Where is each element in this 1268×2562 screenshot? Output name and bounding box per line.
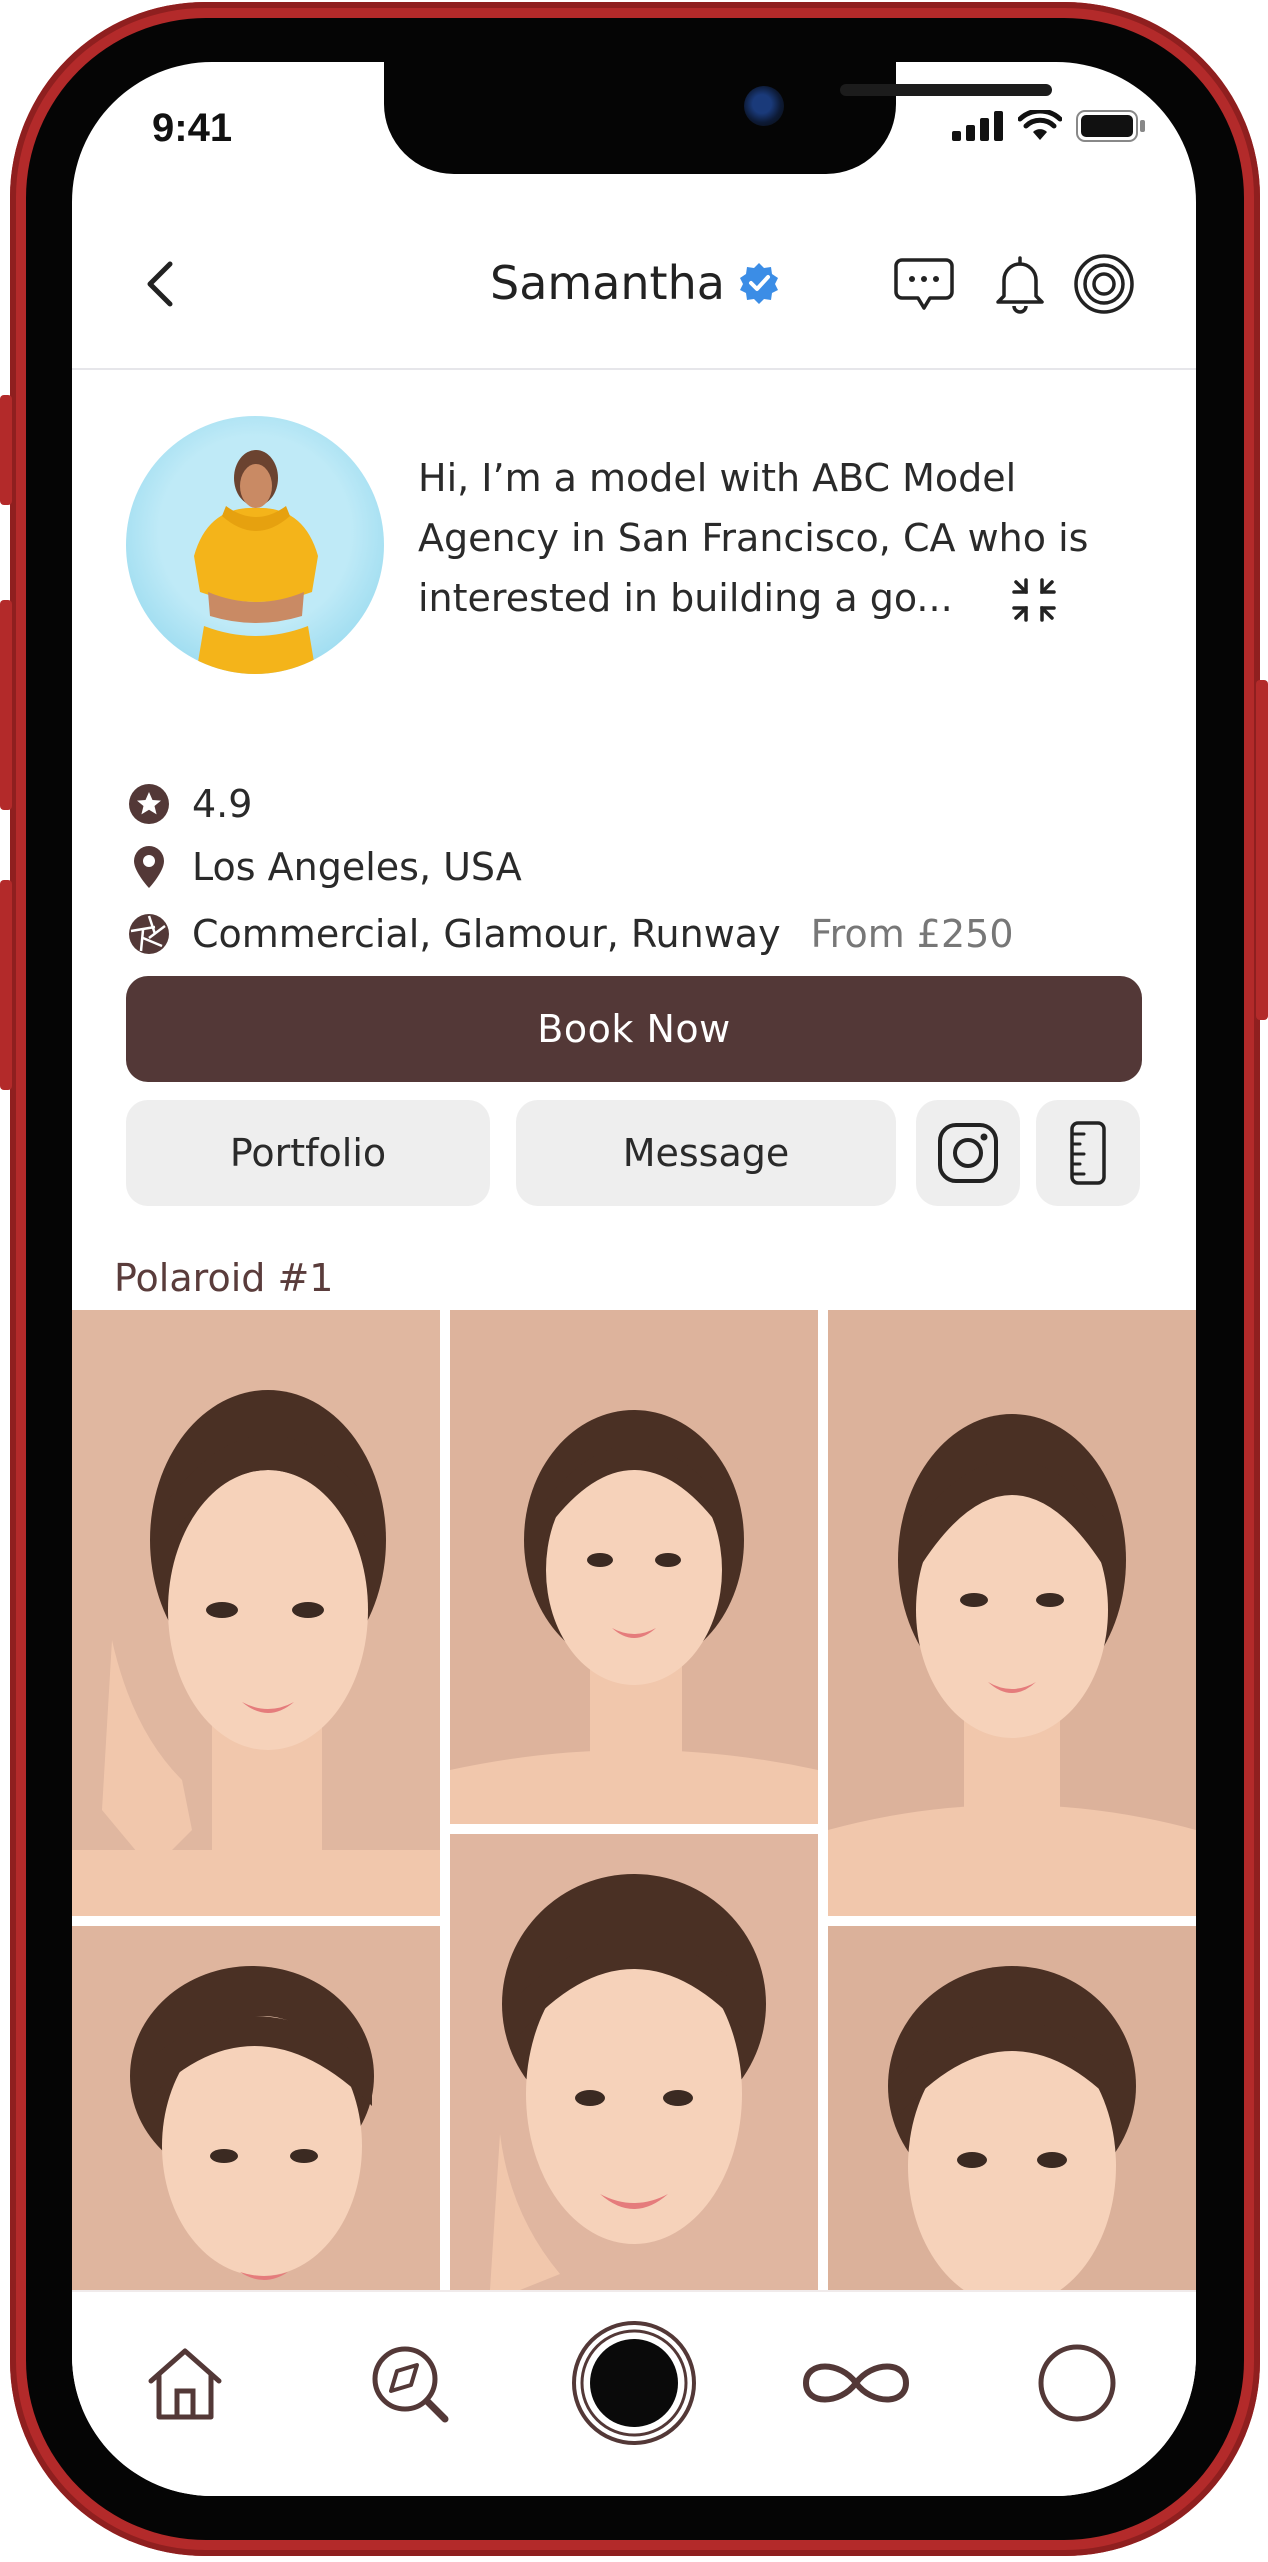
gallery-photo[interactable]: [72, 1310, 440, 1916]
categories-row: Commercial, Glamour, Runway From £250: [128, 912, 1014, 956]
title-wrap: Samantha: [490, 256, 781, 310]
star-icon: [129, 784, 169, 824]
avatar-photo: [194, 450, 318, 674]
collapse-bio-button[interactable]: [1010, 576, 1058, 624]
categories-value: Commercial, Glamour, Runway: [192, 912, 781, 956]
target-icon: [1074, 254, 1134, 314]
volume-up-button: [0, 600, 12, 810]
collapse-icon: [1012, 578, 1056, 622]
front-camera: [744, 86, 784, 126]
instagram-icon: [938, 1123, 998, 1183]
phone-mockup: 9:41 Samantha Hi, I’m a model with ABC M…: [0, 0, 1268, 2562]
avatar[interactable]: [126, 416, 384, 674]
price-value: From £250: [810, 912, 1014, 956]
speaker: [840, 84, 1052, 96]
book-now-button[interactable]: Book Now: [126, 976, 1142, 1082]
ruler-icon: [1070, 1121, 1106, 1185]
camera-shutter-icon: [572, 2321, 696, 2445]
message-button[interactable]: Message: [516, 1100, 896, 1206]
gallery-photo[interactable]: [450, 1310, 818, 1824]
tab-explore[interactable]: [364, 2338, 454, 2428]
tab-camera[interactable]: [569, 2318, 699, 2448]
profile-bio: Hi, I’m a model with ABC Model Agency in…: [418, 456, 1089, 620]
portrait-photo: [828, 1310, 1196, 1916]
verified-badge-icon: [739, 263, 778, 304]
portrait-photo: [72, 1310, 440, 1916]
tab-home[interactable]: [140, 2338, 230, 2428]
notch: [384, 62, 1052, 174]
chat-button[interactable]: [892, 252, 956, 316]
tab-profile[interactable]: [1032, 2338, 1122, 2428]
portrait-photo: [450, 1310, 818, 1824]
location-value: Los Angeles, USA: [192, 845, 522, 889]
gallery-photo[interactable]: [828, 1926, 1196, 2290]
volume-down-button: [0, 880, 12, 1090]
app-screen: 9:41 Samantha Hi, I’m a model with ABC M…: [72, 62, 1196, 2496]
profile-circle-icon: [1038, 2344, 1116, 2422]
instagram-button[interactable]: [916, 1100, 1020, 1206]
power-button: [1256, 680, 1268, 1020]
aperture-icon: [129, 914, 169, 954]
status-icons: [952, 110, 1146, 142]
portfolio-button[interactable]: Portfolio: [126, 1100, 490, 1206]
home-icon: [148, 2348, 222, 2420]
gallery-photo[interactable]: [72, 1926, 440, 2290]
gallery-photo[interactable]: [828, 1310, 1196, 1916]
bottom-tab-bar: [72, 2290, 1196, 2496]
portrait-photo: [450, 1834, 818, 2290]
back-icon: [147, 261, 173, 307]
chat-icon: [894, 258, 954, 310]
portrait-photo: [72, 1926, 440, 2290]
target-button[interactable]: [1072, 252, 1136, 316]
battery-icon: [1076, 110, 1145, 142]
rating-row: 4.9: [128, 782, 252, 826]
explore-icon: [372, 2346, 449, 2423]
bell-icon: [996, 256, 1044, 314]
portrait-photo: [828, 1926, 1196, 2290]
silent-switch: [0, 395, 12, 505]
profile-header: Samantha: [72, 232, 1196, 370]
rating-value: 4.9: [192, 782, 253, 826]
status-time: 9:41: [152, 106, 233, 150]
location-pin-icon: [134, 846, 164, 888]
tab-infinity[interactable]: [794, 2338, 918, 2428]
gallery-photo[interactable]: [450, 1834, 818, 2290]
infinity-icon: [802, 2363, 910, 2403]
location-row: Los Angeles, USA: [128, 844, 522, 890]
gallery-section-title: Polaroid #1: [114, 1256, 334, 1300]
back-button[interactable]: [132, 254, 192, 314]
measurements-button[interactable]: [1036, 1100, 1140, 1206]
notifications-button[interactable]: [988, 252, 1052, 316]
wifi-icon: [1018, 110, 1062, 140]
page-title: Samantha: [490, 256, 725, 310]
signal-icon: [952, 111, 1003, 141]
